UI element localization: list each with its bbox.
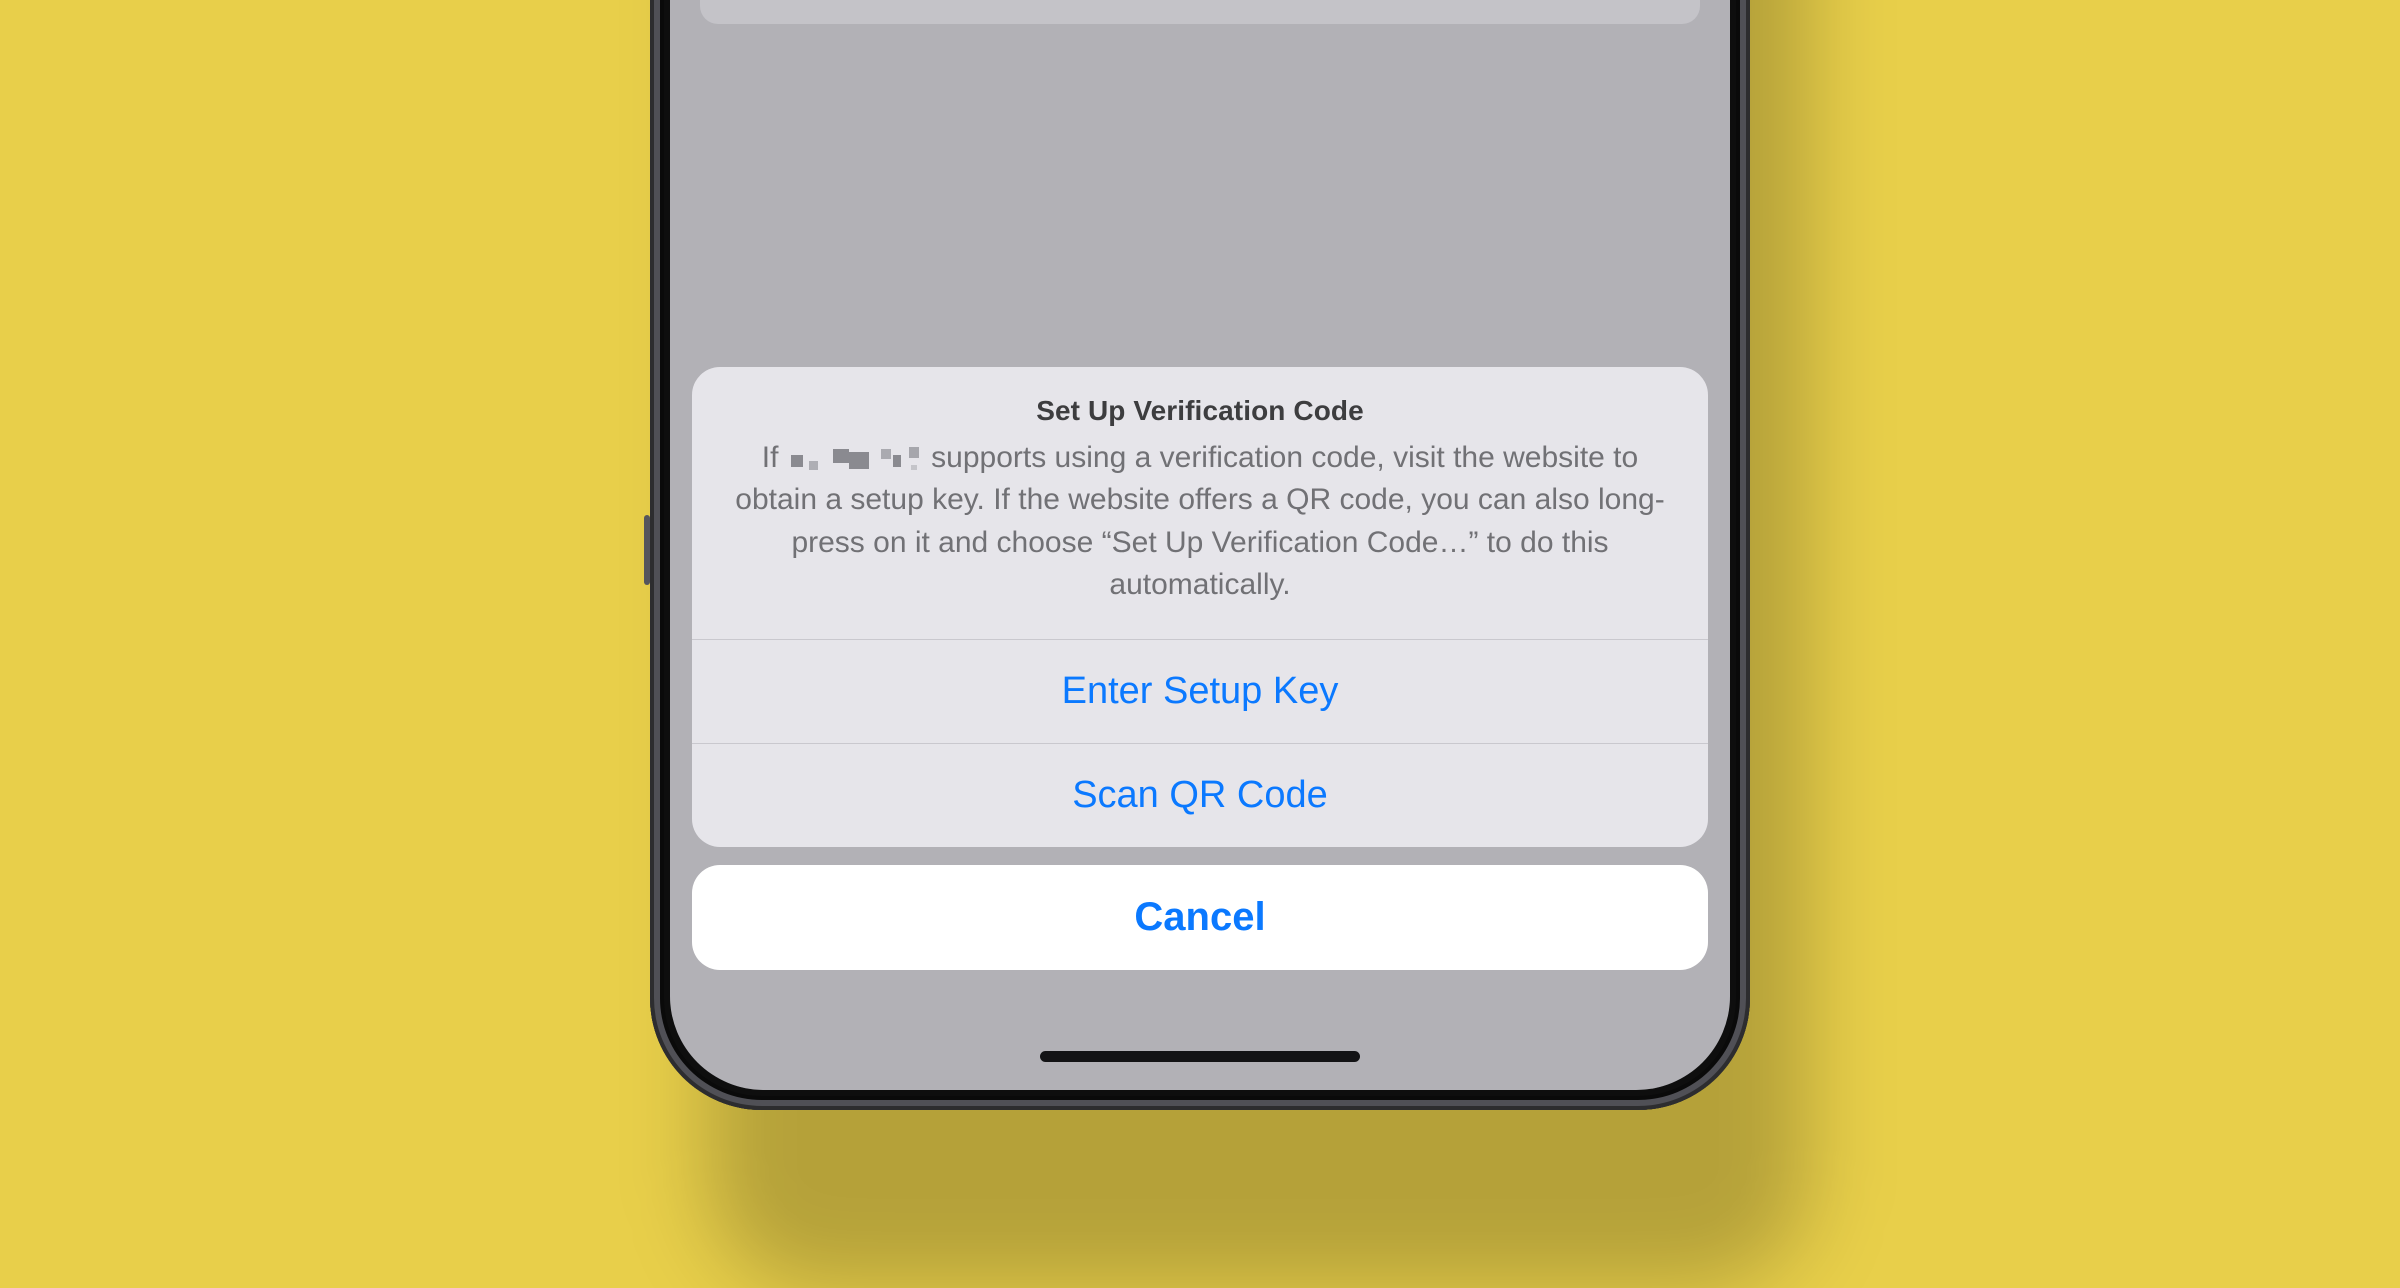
enter-setup-key-button[interactable]: Enter Setup Key bbox=[692, 640, 1708, 743]
cancel-label: Cancel bbox=[1134, 895, 1265, 939]
phone-frame: Set Up Verification Code… Set Up Verific… bbox=[650, 0, 1750, 1260]
sheet-body-prefix: If bbox=[762, 441, 779, 474]
enter-setup-key-label: Enter Setup Key bbox=[1062, 670, 1339, 712]
screen: Set Up Verification Code… Set Up Verific… bbox=[670, 0, 1730, 1090]
home-indicator-icon[interactable] bbox=[1040, 1051, 1360, 1062]
action-sheet-main: Set Up Verification Code If supports usi… bbox=[692, 367, 1708, 847]
scan-qr-code-button[interactable]: Scan QR Code bbox=[692, 744, 1708, 847]
redacted-site-name-icon bbox=[789, 443, 919, 471]
scan-qr-code-label: Scan QR Code bbox=[1072, 774, 1328, 816]
action-sheet-message: If supports using a verification code, v… bbox=[692, 437, 1708, 639]
action-sheet-title: Set Up Verification Code bbox=[692, 367, 1708, 437]
phone-bezel: Set Up Verification Code… Set Up Verific… bbox=[650, 0, 1750, 1110]
action-sheet: Set Up Verification Code If supports usi… bbox=[692, 367, 1708, 970]
side-button-icon bbox=[644, 515, 650, 585]
cancel-button[interactable]: Cancel bbox=[692, 865, 1708, 970]
